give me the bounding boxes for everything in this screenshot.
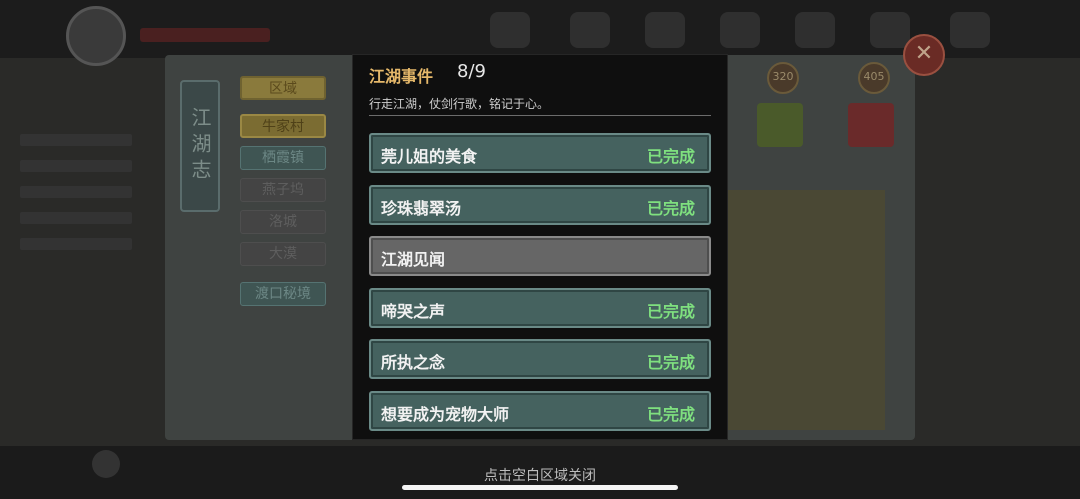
event-name: 所执之念 [381,353,446,372]
event-progress-count: 8/9 [457,61,486,82]
hud-icon [645,12,685,48]
region-item: 燕子坞 [240,178,326,202]
region-item: 栖霞镇 [240,146,326,170]
region-item: 渡口秘境 [240,282,326,306]
region-header: 区域 [240,76,326,100]
region-item: 洛城 [240,210,326,234]
hud-icon [570,12,610,48]
events-modal: 江湖事件 8/9 行走江湖，仗剑行歌，铭记于心。 莞儿姐的美食 已完成 珍珠翡翠… [352,54,728,440]
event-item[interactable]: 莞儿姐的美食 已完成 [369,133,711,173]
map-badge: 320 [767,62,799,94]
quest-tracker [20,120,160,300]
close-button[interactable]: ✕ [903,34,945,76]
event-name: 想要成为宠物大师 [381,404,510,424]
event-status: 已完成 [646,147,695,166]
close-hint[interactable]: 点击空白区域关闭 [0,465,1080,485]
hud-icon [795,12,835,48]
hud-icon [490,12,530,48]
event-item[interactable]: 所执之念 已完成 [369,339,711,379]
event-name: 啼哭之声 [381,301,446,321]
player-hp-bar [140,28,270,42]
event-item-locked[interactable]: 江湖见闻 [369,236,711,276]
event-status: 已完成 [646,353,695,372]
player-avatar [66,6,126,66]
event-name: 珍珠翡翠汤 [381,198,462,218]
journal-spine-title: 江湖志 [180,80,220,212]
event-item[interactable]: 珍珠翡翠汤 已完成 [369,184,711,225]
region-item: 牛家村 [240,114,326,138]
hud-icon [870,12,910,48]
reward-icon [848,103,894,147]
region-map [720,190,885,430]
divider [369,115,711,116]
check-icon [757,103,803,147]
close-icon: ✕ [914,41,934,66]
event-name: 莞儿姐的美食 [381,147,478,166]
event-item[interactable]: 啼哭之声 已完成 [369,287,711,328]
event-name: 江湖见闻 [381,250,446,269]
hud-icon [950,12,990,48]
modal-title: 江湖事件 [369,67,434,86]
event-status: 已完成 [646,404,695,424]
event-status: 已完成 [646,198,695,218]
event-list: 莞儿姐的美食 已完成 珍珠翡翠汤 已完成 江湖见闻 啼哭之声 已完成 所执之念 … [369,133,711,442]
event-status: 已完成 [646,301,695,321]
region-item: 大漠 [240,242,326,266]
hud-icon [720,12,760,48]
home-indicator[interactable] [402,485,678,490]
map-badge: 405 [858,62,890,94]
modal-subtitle: 行走江湖，仗剑行歌，铭记于心。 [369,97,550,111]
event-item[interactable]: 想要成为宠物大师 已完成 [369,390,711,431]
